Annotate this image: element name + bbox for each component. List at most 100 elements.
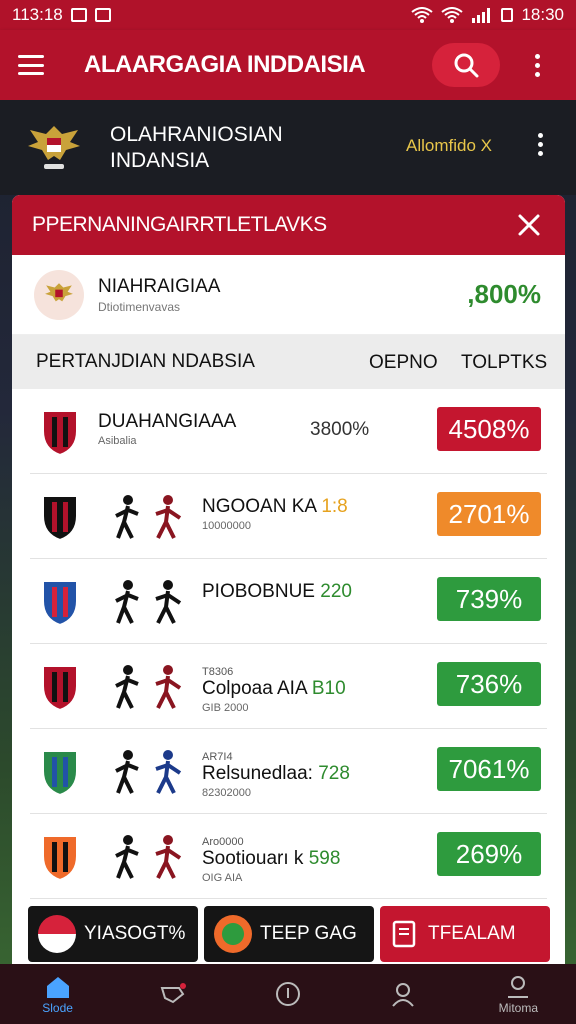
row-name-text: DUAHANGIAAA bbox=[98, 411, 237, 432]
row-highlight: 728 bbox=[318, 763, 350, 784]
featured-row[interactable]: NIAHRAIGIAA Dtiotimenvavas ,800% bbox=[12, 255, 565, 335]
status-time-left: 113:18 bbox=[12, 5, 63, 24]
featured-name: NIAHRAIGIAA bbox=[98, 275, 221, 297]
row-highlight: 598 bbox=[308, 848, 341, 869]
wifi-icon bbox=[411, 7, 434, 23]
action-3-label: TFEALAM bbox=[428, 923, 516, 944]
featured-text: NIAHRAIGIAA Dtiotimenvavas bbox=[98, 276, 220, 314]
club-shield-icon bbox=[42, 665, 78, 712]
profile-icon bbox=[508, 976, 529, 998]
row-sub: Asibalia bbox=[98, 435, 137, 447]
row-text: PIOBOBNUE 220 bbox=[202, 581, 352, 605]
nav-info[interactable] bbox=[243, 980, 333, 1008]
row-sub: 82302000 bbox=[202, 787, 251, 799]
close-icon[interactable] bbox=[517, 213, 541, 237]
players-icon bbox=[115, 750, 182, 794]
table-header-col-b[interactable]: TOLPTKS bbox=[461, 352, 547, 374]
card-title: PPERNANINGAIRRTLETLAVKS bbox=[32, 213, 327, 236]
bottom-nav: Slode Mitoma bbox=[0, 964, 576, 1024]
user-icon bbox=[392, 983, 414, 1007]
status-left: 113:18 bbox=[12, 5, 111, 25]
row-name-text: Colpoaa AIA bbox=[202, 678, 307, 699]
table-row[interactable]: T8306 Colpoaa AIA B10 GIB 2000 736% bbox=[30, 644, 547, 729]
nav-matches[interactable] bbox=[128, 980, 218, 1008]
row-percent-badge: 7061% bbox=[437, 747, 541, 791]
table-body: DUAHANGIAAA Asibalia 3800% 4508% NGOOAN … bbox=[12, 389, 565, 899]
sub-header-action[interactable]: Allomfido X bbox=[406, 136, 492, 156]
club-shield-icon bbox=[42, 410, 78, 457]
nav-account[interactable] bbox=[358, 980, 448, 1008]
status-time-right: 18:30 bbox=[521, 5, 564, 24]
sub-more-options-icon[interactable] bbox=[538, 133, 543, 156]
table-row[interactable]: AR7I4 Relsunedlaa: 728 82302000 7061% bbox=[30, 729, 547, 814]
row-text: DUAHANGIAAA Asibalia bbox=[98, 411, 236, 447]
players-icon bbox=[115, 495, 182, 539]
action-button-2[interactable]: TEEP GAG bbox=[204, 906, 374, 962]
image-notification-icon bbox=[70, 8, 87, 22]
action-button-3[interactable]: TFEALAM bbox=[380, 906, 550, 962]
home-icon bbox=[46, 977, 69, 998]
team-icon bbox=[214, 915, 252, 953]
menu-icon[interactable] bbox=[18, 55, 44, 75]
row-percent-badge: 736% bbox=[437, 662, 541, 706]
action-2-label: TEEP GAG bbox=[260, 923, 357, 944]
row-name-text: NGOOAN KA bbox=[202, 496, 317, 517]
row-top: AR7I4 bbox=[202, 751, 233, 763]
row-name-text: Sootiouarı k bbox=[202, 848, 304, 869]
row-percent-badge: 4508% bbox=[437, 407, 541, 451]
table-row[interactable]: PIOBOBNUE 220 739% bbox=[30, 559, 547, 644]
players-icon bbox=[115, 665, 182, 709]
row-highlight: B10 bbox=[311, 678, 346, 699]
table-header-col-a[interactable]: OEPNO bbox=[369, 352, 438, 374]
action-button-1[interactable]: YIASOGT% bbox=[28, 906, 198, 962]
club-shield-icon bbox=[42, 750, 78, 797]
status-right: 18:30 bbox=[411, 5, 564, 25]
players-icon bbox=[115, 580, 182, 624]
table-row[interactable]: Aro0000 Sootiouarı k 598 OIG AIA 269% bbox=[30, 814, 547, 899]
battery-icon bbox=[501, 8, 514, 22]
whistle-icon bbox=[160, 983, 186, 1004]
status-bar: 113:18 18:30 bbox=[0, 0, 576, 30]
row-name-text: Relsunedlaa: bbox=[202, 763, 313, 784]
players-icon bbox=[115, 835, 182, 879]
club-shield-icon bbox=[42, 580, 78, 627]
nav-home[interactable]: Slode bbox=[13, 973, 103, 1015]
featured-emblem-icon bbox=[34, 269, 84, 320]
standings-card: PPERNANINGAIRRTLETLAVKS NIAHRAIGIAA Dtio… bbox=[12, 195, 565, 965]
card-header: PPERNANINGAIRRTLETLAVKS bbox=[12, 195, 565, 255]
row-top: T8306 bbox=[202, 666, 234, 678]
row-sub: OIG AIA bbox=[202, 872, 243, 884]
signal-icon bbox=[472, 8, 491, 23]
nav-profile[interactable]: Mitoma bbox=[473, 973, 563, 1015]
row-text: NGOOAN KA 1:8 10000000 bbox=[202, 496, 348, 532]
row-text: T8306 Colpoaa AIA B10 GIB 2000 bbox=[202, 666, 346, 714]
row-sub: 10000000 bbox=[202, 520, 251, 532]
garuda-emblem-icon bbox=[24, 120, 84, 176]
sub-header: OLAHRANIOSIAN INDANSIA Allomfido X bbox=[0, 100, 576, 195]
sub-header-title: OLAHRANIOSIAN INDANSIA bbox=[110, 123, 283, 172]
row-name: Colpoaa AIA B10 bbox=[202, 678, 346, 700]
featured-sub: Dtiotimenvavas bbox=[98, 299, 181, 314]
row-name: DUAHANGIAAA bbox=[98, 411, 236, 433]
info-icon bbox=[275, 982, 300, 1006]
row-highlight: 220 bbox=[320, 581, 352, 602]
row-name-text: PIOBOBNUE bbox=[202, 581, 315, 602]
row-text: Aro0000 Sootiouarı k 598 OIG AIA bbox=[202, 836, 340, 884]
table-header: PERTANJDIAN NDABSIA OEPNO TOLPTKS bbox=[12, 335, 565, 389]
row-percent-badge: 2701% bbox=[437, 492, 541, 536]
document-icon bbox=[392, 920, 416, 948]
wifi-icon-2 bbox=[441, 7, 464, 23]
table-row[interactable]: DUAHANGIAAA Asibalia 3800% 4508% bbox=[30, 389, 547, 474]
nav-profile-label: Mitoma bbox=[498, 1001, 539, 1015]
camera-notification-icon bbox=[94, 8, 111, 22]
bottom-actions: YIASOGT% TEEP GAG TFEALAM bbox=[28, 906, 550, 962]
row-top: Aro0000 bbox=[202, 836, 244, 848]
table-row[interactable]: NGOOAN KA 1:8 10000000 2701% bbox=[30, 474, 547, 559]
row-highlight: 1:8 bbox=[321, 496, 348, 517]
app-title: ALAARGAGIA INDDAISIA bbox=[84, 51, 366, 78]
more-options-icon[interactable] bbox=[535, 54, 540, 77]
featured-percent: ,800% bbox=[467, 279, 541, 309]
row-name: Relsunedlaa: 728 bbox=[202, 763, 350, 785]
club-shield-icon bbox=[42, 495, 78, 542]
search-button[interactable] bbox=[432, 43, 500, 87]
